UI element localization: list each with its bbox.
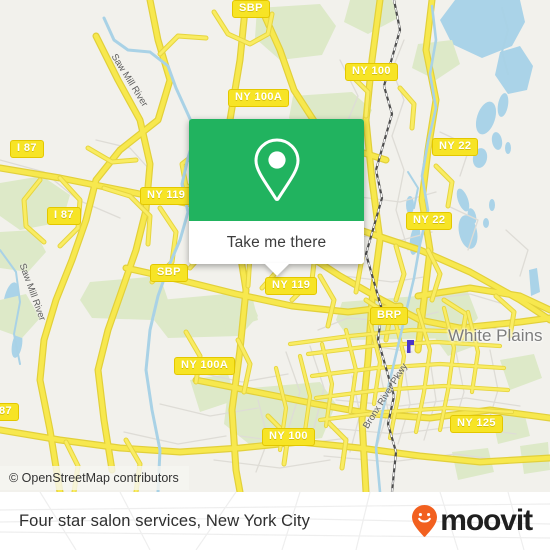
callout-tail-pointer xyxy=(263,263,290,276)
location-callout-card[interactable]: Take me there xyxy=(189,119,364,276)
road-shield: NY 100 xyxy=(262,428,315,446)
moovit-wordmark: moovit xyxy=(440,504,533,537)
footer-bar: Four star salon services, New York City … xyxy=(0,492,550,550)
callout-image-area xyxy=(189,119,364,221)
moovit-smiley-pin-icon xyxy=(412,505,438,537)
road-shield: NY 22 xyxy=(406,212,453,230)
road-shield: I 87 xyxy=(47,207,81,225)
road-shield: NY 22 xyxy=(432,138,479,156)
road-shield: SBP xyxy=(232,0,270,18)
road-shield: NY 119 xyxy=(265,277,318,295)
map-pin-icon xyxy=(253,138,300,202)
osm-attribution[interactable]: © OpenStreetMap contributors xyxy=(0,466,189,490)
road-shield: SBP xyxy=(150,264,188,282)
poi-pin-icon xyxy=(407,340,414,353)
footer-location-title: Four star salon services, New York City xyxy=(19,511,310,530)
map-canvas[interactable]: .rd-case { fill:none; stroke:#e6d53f; st… xyxy=(0,0,550,492)
callout-action-area[interactable]: Take me there xyxy=(189,221,364,264)
road-shield: NY 100 xyxy=(345,63,398,81)
moovit-brand[interactable]: moovit xyxy=(411,504,533,538)
take-me-there-button[interactable]: Take me there xyxy=(227,234,327,252)
road-shield: I 87 xyxy=(10,140,44,158)
road-shield: 87 xyxy=(0,403,20,421)
road-shield: NY 119 xyxy=(140,187,193,205)
place-label-white-plains: White Plains xyxy=(448,327,542,345)
blue-poi-marker[interactable] xyxy=(404,339,417,360)
road-shield: NY 125 xyxy=(450,415,503,433)
road-shield: NY 100A xyxy=(228,89,290,107)
road-shield: NY 100A xyxy=(174,357,236,375)
map-screenshot: .rd-case { fill:none; stroke:#e6d53f; st… xyxy=(0,0,550,550)
place-label-line1: White Plains xyxy=(448,326,543,345)
road-shield: BRP xyxy=(370,307,409,325)
